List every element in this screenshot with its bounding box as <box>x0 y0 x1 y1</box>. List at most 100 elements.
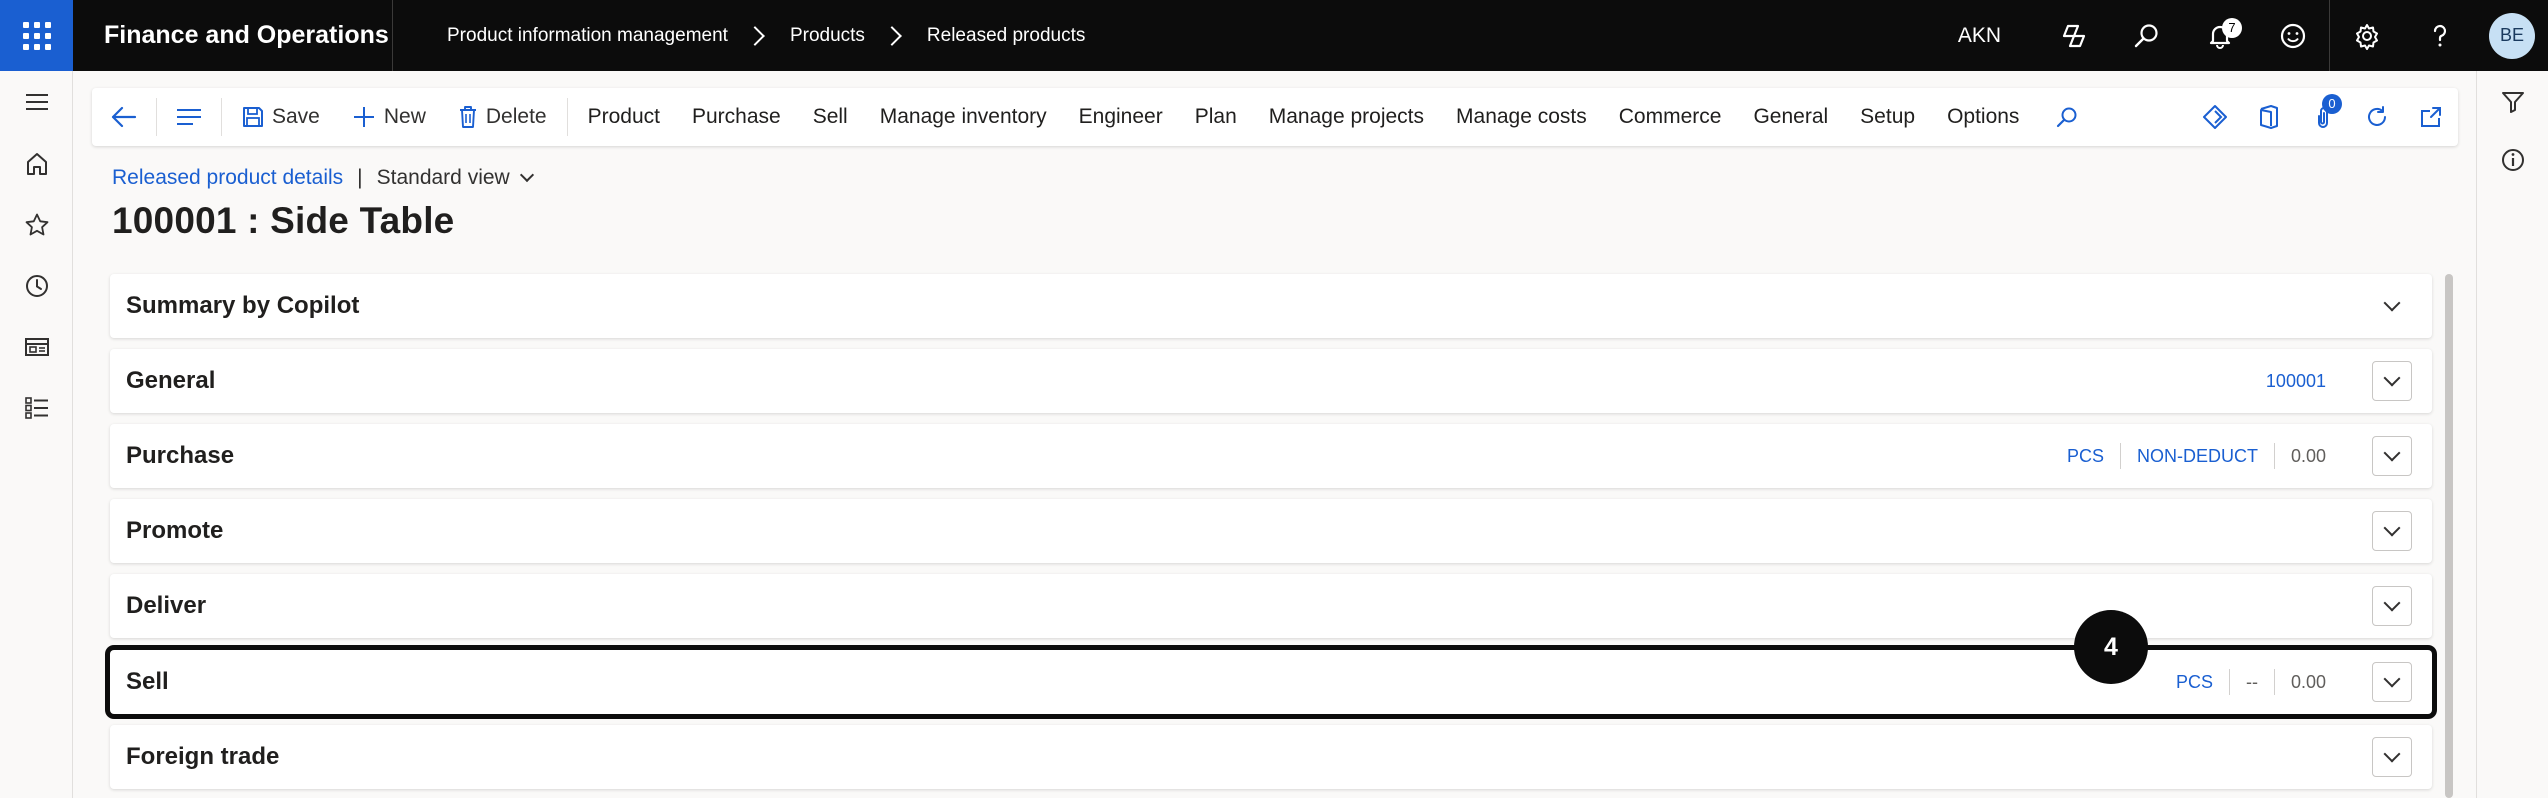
chevron-right-icon <box>882 25 902 46</box>
chevron-right-icon <box>745 25 765 46</box>
pop-out-icon <box>2421 107 2441 127</box>
nav-modules[interactable] <box>0 383 73 433</box>
home-icon <box>26 153 47 175</box>
fasttab-general[interactable]: General 100001 <box>110 349 2432 413</box>
search-icon <box>2057 107 2077 128</box>
menu-engineer[interactable]: Engineer <box>1063 88 1179 146</box>
summary-item-number[interactable]: 100001 <box>2250 371 2342 392</box>
power-apps-button[interactable] <box>2188 88 2242 146</box>
fasttab-foreign-trade[interactable]: Foreign trade <box>110 725 2432 789</box>
delete-button[interactable]: Delete <box>442 88 563 146</box>
breadcrumb-item-pim[interactable]: Product information management <box>447 25 728 47</box>
summary-item-tax-group[interactable]: NON-DEDUCT <box>2121 446 2274 467</box>
star-icon <box>25 213 48 236</box>
chevron-down-icon <box>2383 745 2401 763</box>
notifications-button[interactable]: 7 <box>2183 0 2256 71</box>
module-list-icon <box>24 397 48 419</box>
fasttab-expand-button[interactable] <box>2372 511 2412 551</box>
app-launcher-button[interactable] <box>0 0 73 71</box>
fasttab-expand-button[interactable] <box>2372 436 2412 476</box>
fasttab-expand-button[interactable] <box>2372 286 2412 326</box>
waffle-icon <box>22 21 51 50</box>
form-caption: Released product details | Standard view <box>112 163 534 193</box>
step-number-badge: 4 <box>2074 610 2148 684</box>
hamburger-icon <box>25 94 48 110</box>
summary-item-price: 0.00 <box>2290 445 2326 466</box>
menu-sell[interactable]: Sell <box>797 88 864 146</box>
menu-general[interactable]: General <box>1737 88 1844 146</box>
feedback-button[interactable] <box>2256 0 2329 71</box>
vertical-scrollbar[interactable] <box>2445 274 2453 798</box>
menu-purchase[interactable]: Purchase <box>676 88 797 146</box>
gear-icon <box>2355 23 2378 50</box>
new-button[interactable]: New <box>336 88 442 146</box>
nav-favorites[interactable] <box>0 200 73 250</box>
fasttab-title: Promote <box>126 517 224 544</box>
delete-label: Delete <box>485 105 547 128</box>
menu-product[interactable]: Product <box>572 88 676 146</box>
chevron-down-icon <box>2383 594 2401 612</box>
breadcrumb-item-released-products[interactable]: Released products <box>927 25 1085 47</box>
info-icon <box>2502 149 2524 171</box>
save-button[interactable]: Save <box>226 88 336 146</box>
nav-home[interactable] <box>0 139 73 189</box>
help-icon <box>2433 24 2446 46</box>
menu-manage-inventory[interactable]: Manage inventory <box>864 88 1063 146</box>
action-search-button[interactable] <box>2035 88 2099 146</box>
chevron-down-icon <box>2383 519 2401 537</box>
fasttab-title: Sell <box>126 668 169 695</box>
smiley-icon <box>2280 23 2305 48</box>
copilot-icon <box>2062 24 2085 47</box>
fasttab-summary-by-copilot[interactable]: Summary by Copilot <box>110 274 2432 338</box>
filter-pane-button[interactable] <box>2477 77 2548 127</box>
copilot-button[interactable] <box>2037 0 2110 71</box>
form-name-link[interactable]: Released product details <box>112 166 343 190</box>
summary-item-unit[interactable]: PCS <box>2160 672 2229 693</box>
fasttab-expand-button[interactable] <box>2372 361 2412 401</box>
office-button[interactable] <box>2242 88 2296 146</box>
fasttab-expand-button[interactable] <box>2372 586 2412 626</box>
menu-plan[interactable]: Plan <box>1179 88 1253 146</box>
summary-item-unit[interactable]: PCS <box>2051 446 2120 467</box>
action-pane-toggle-button[interactable] <box>161 88 217 146</box>
chevron-down-icon <box>2383 444 2401 462</box>
fasttab-title: Purchase <box>126 442 235 469</box>
menu-options[interactable]: Options <box>1931 88 2035 146</box>
refresh-button[interactable] <box>2350 88 2404 146</box>
search-button[interactable] <box>2110 0 2183 71</box>
menu-manage-projects[interactable]: Manage projects <box>1253 88 1440 146</box>
settings-button[interactable] <box>2330 0 2403 71</box>
filter-icon <box>2502 92 2524 113</box>
chevron-down-icon <box>2383 294 2401 312</box>
action-pane: Save New Delete Product Purchase Sell Ma… <box>92 88 2458 146</box>
nav-expand-button[interactable] <box>0 77 73 127</box>
top-header: Finance and Operations Product informati… <box>0 0 2548 71</box>
info-pane-button[interactable] <box>2477 135 2548 185</box>
notification-count-badge: 7 <box>2222 18 2242 38</box>
fasttab-promote[interactable]: Promote <box>110 499 2432 563</box>
back-button[interactable] <box>92 88 152 146</box>
app-title[interactable]: Finance and Operations <box>104 0 389 71</box>
help-button[interactable] <box>2403 0 2476 71</box>
summary-item-tax-group: -- <box>2245 671 2258 692</box>
view-selector[interactable]: Standard view <box>377 166 534 190</box>
breadcrumb-item-products[interactable]: Products <box>790 25 865 47</box>
open-new-window-button[interactable] <box>2404 88 2458 146</box>
attachments-button[interactable]: 0 <box>2296 88 2350 146</box>
fasttab-title: Summary by Copilot <box>126 292 360 319</box>
chevron-down-icon <box>2383 670 2401 688</box>
nav-workspaces[interactable] <box>0 322 73 372</box>
menu-manage-costs[interactable]: Manage costs <box>1440 88 1603 146</box>
user-avatar[interactable]: BE <box>2489 12 2535 59</box>
nav-recent[interactable] <box>0 261 73 311</box>
fasttab-purchase[interactable]: Purchase PCS NON-DEDUCT 0.00 <box>110 424 2432 488</box>
attachments-count-badge: 0 <box>2322 94 2342 114</box>
fasttab-expand-button[interactable] <box>2372 737 2412 777</box>
menu-commerce[interactable]: Commerce <box>1603 88 1738 146</box>
clock-icon <box>25 275 48 297</box>
menu-setup[interactable]: Setup <box>1844 88 1931 146</box>
fasttab-expand-button[interactable] <box>2372 662 2412 702</box>
action-pane-right: 0 <box>2188 88 2458 146</box>
summary-item-price: 0.00 <box>2290 671 2326 692</box>
company-picker[interactable]: AKN <box>1958 24 2001 48</box>
